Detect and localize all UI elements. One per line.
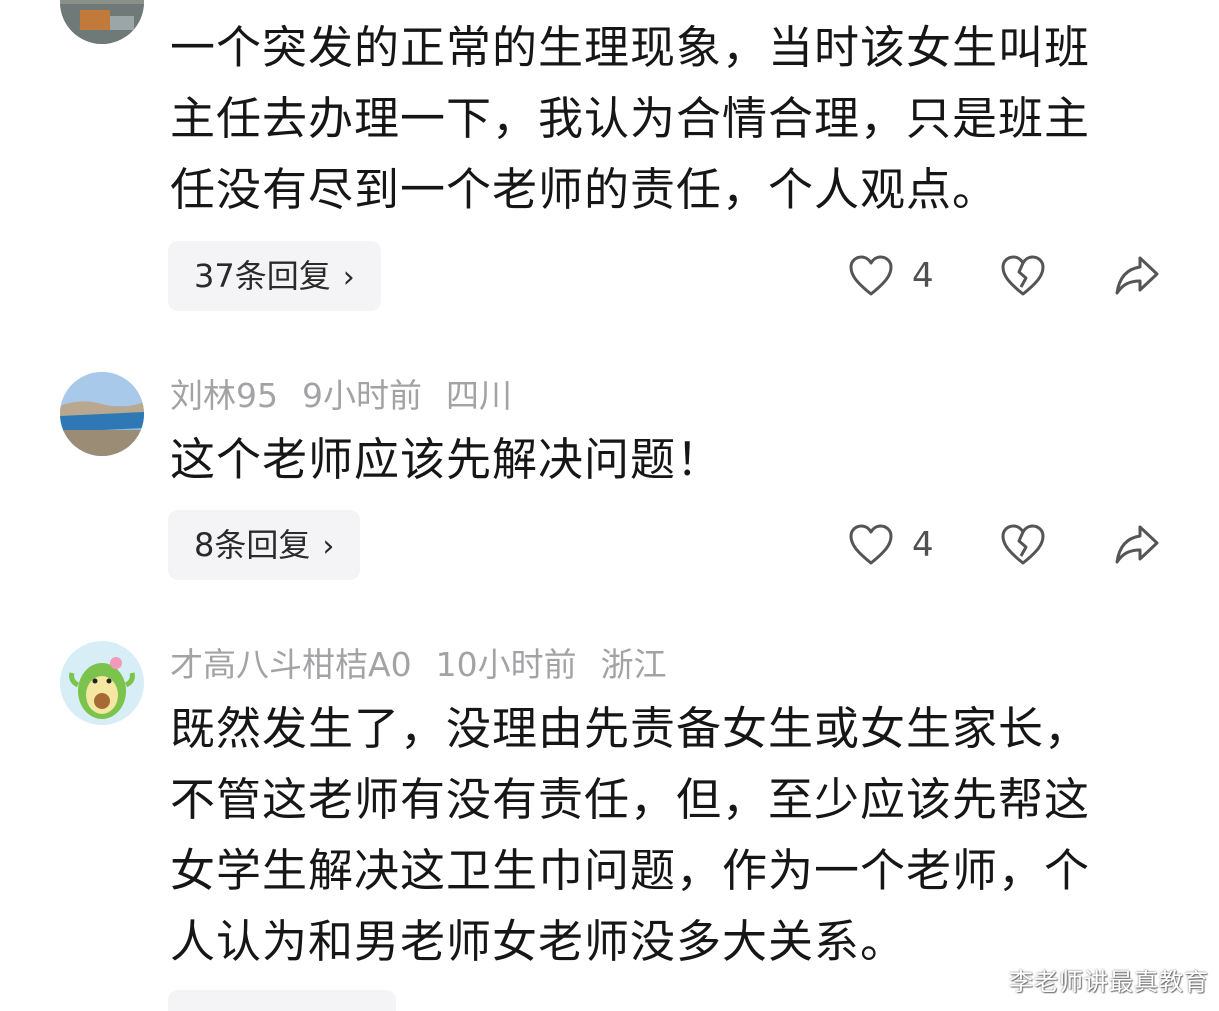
avatar[interactable]	[60, 0, 144, 44]
comment-meta: 刘林95 9小时前 四川	[170, 374, 536, 418]
replies-count-label: 8条回复	[194, 526, 311, 564]
share-button[interactable]	[1114, 251, 1160, 301]
share-button[interactable]	[1114, 520, 1160, 570]
comment-text-line: 这个老师应该先解决问题！	[170, 433, 723, 486]
timestamp: 9小时前	[302, 376, 422, 415]
like-button[interactable]: 4	[848, 251, 934, 301]
view-replies-button[interactable]: 37条回复 ›	[168, 241, 381, 311]
heart-outline-icon	[849, 255, 893, 296]
comment-text-line: 任没有尽到一个老师的责任，个人观点。	[170, 163, 999, 216]
comment-text: 既然发生了，没理由先责备女生或女生家长， 不管这老师有没有责任，但，至少应该先帮…	[170, 693, 1160, 977]
heart-outline-icon	[849, 524, 893, 565]
share-arrow-icon	[1115, 256, 1159, 295]
chevron-right-icon: ›	[342, 260, 355, 295]
comment-meta: 才高八斗柑桔A0 10小时前 浙江	[170, 643, 691, 687]
comment-text: 一个突发的正常的生理现象，当时该女生叫班 主任去办理一下，我认为合情合理，只是班…	[170, 12, 1160, 225]
comment-text-line: 一个突发的正常的生理现象，当时该女生叫班	[170, 21, 1091, 74]
share-arrow-icon	[1115, 525, 1159, 564]
like-button[interactable]: 4	[848, 520, 934, 570]
like-count: 4	[912, 525, 934, 565]
watermark: 李老师讲最真教育	[1009, 968, 1209, 996]
avatar[interactable]	[60, 372, 144, 456]
comment-text-line: 不管这老师有没有责任，但，至少应该先帮这	[170, 773, 1091, 826]
dislike-button[interactable]	[1000, 251, 1046, 301]
location: 四川	[446, 376, 512, 415]
view-replies-button[interactable]	[168, 990, 396, 1011]
broken-heart-icon	[1001, 255, 1045, 296]
location: 浙江	[600, 645, 667, 684]
comment-text-line: 既然发生了，没理由先责备女生或女生家长，	[170, 702, 1091, 755]
username[interactable]: 才高八斗柑桔A0	[170, 645, 412, 684]
replies-count-label: 37条回复	[194, 257, 331, 295]
broken-heart-icon	[1001, 524, 1045, 565]
comment-text: 这个老师应该先解决问题！	[170, 424, 1160, 495]
like-count: 4	[912, 256, 934, 296]
comment-text-line: 主任去办理一下，我认为合情合理，只是班主	[170, 92, 1091, 145]
comment-text-line: 女学生解决这卫生巾问题，作为一个老师，个	[170, 844, 1091, 897]
view-replies-button[interactable]: 8条回复 ›	[168, 510, 361, 580]
timestamp: 10小时前	[435, 645, 577, 684]
dislike-button[interactable]	[1000, 520, 1046, 570]
avatar[interactable]	[60, 641, 144, 725]
comment-list: 一个突发的正常的生理现象，当时该女生叫班 主任去办理一下，我认为合情合理，只是班…	[0, 0, 1219, 1011]
username[interactable]: 刘林95	[170, 376, 278, 415]
chevron-right-icon: ›	[322, 529, 335, 564]
